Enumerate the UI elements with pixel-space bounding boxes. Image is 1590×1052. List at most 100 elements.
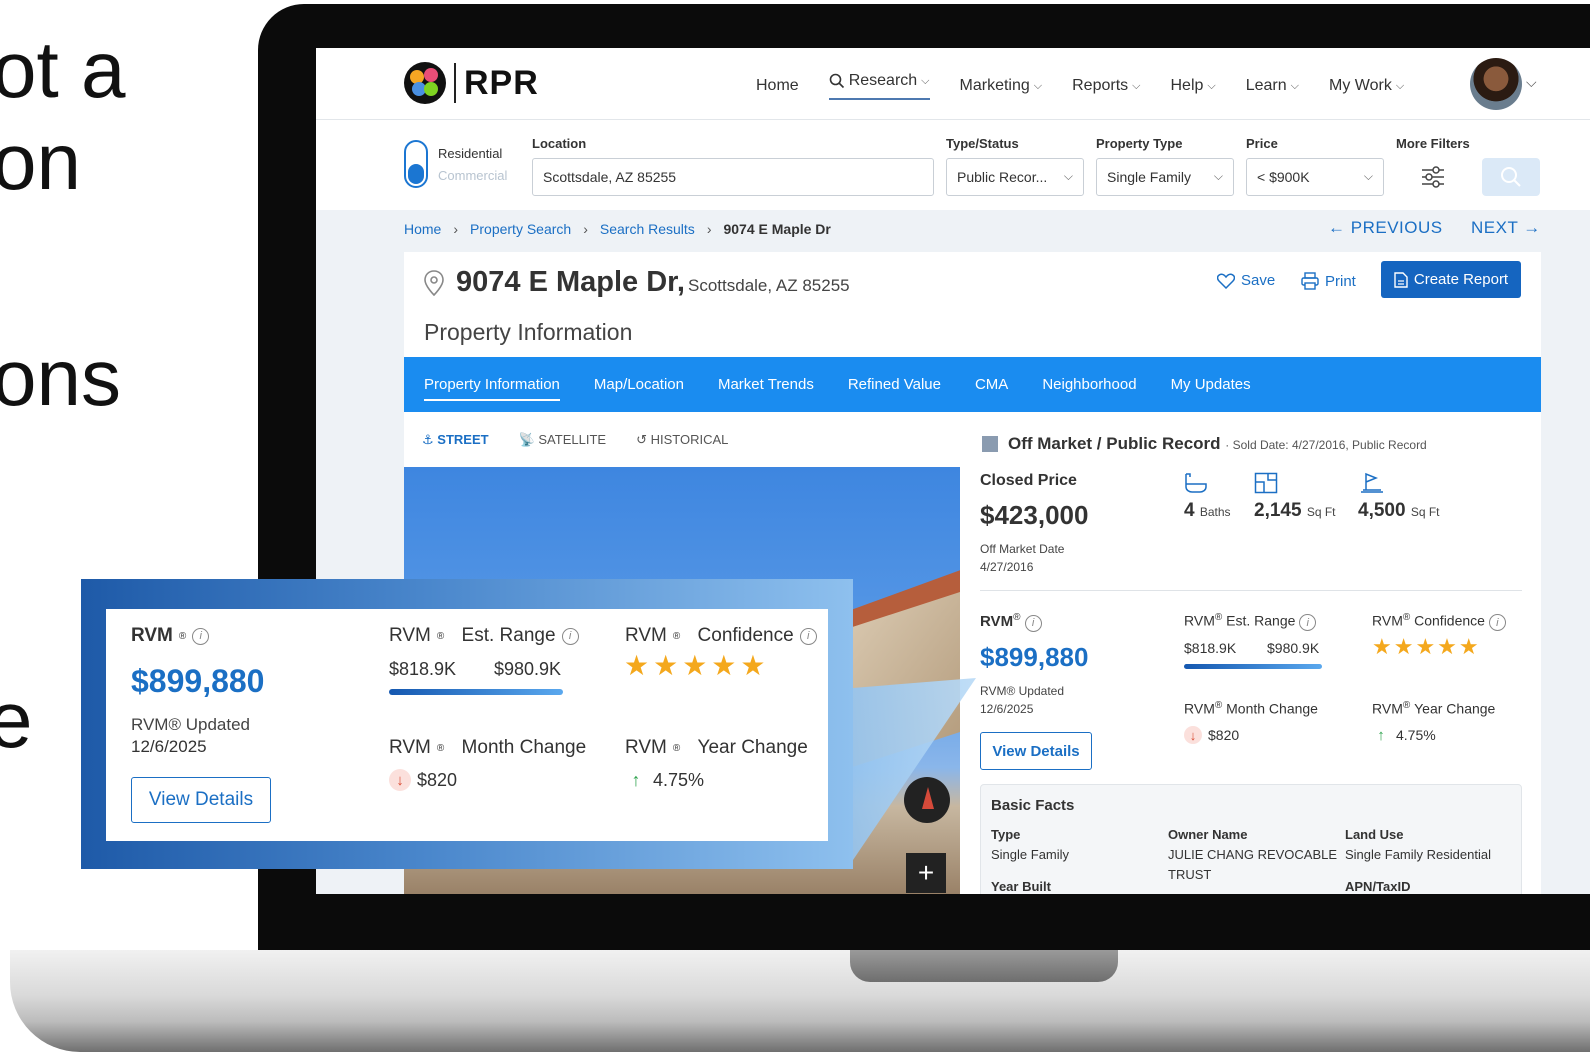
chevron-down-icon: ⌵ (1132, 79, 1141, 92)
rpr-logo-icon (404, 62, 446, 104)
tab-my-updates[interactable]: My Updates (1171, 357, 1251, 412)
previous-label: PREVIOUS (1350, 218, 1443, 237)
tab-refined-value[interactable]: Refined Value (848, 357, 941, 412)
save-label: Save (1241, 272, 1276, 289)
chevron-down-icon: ⌵ (1290, 79, 1299, 92)
rvm-range-bar (1184, 664, 1322, 669)
tab-map-location[interactable]: Map/Location (594, 357, 684, 412)
rvm-confidence-label-text: Confidence (1414, 612, 1485, 629)
breadcrumb-property-search[interactable]: Property Search (470, 221, 571, 237)
info-icon[interactable]: i (1024, 614, 1042, 632)
callout-month-change-label: RVM ® Month Change (389, 737, 587, 758)
view-mode-bar: ⚓ STREET 📡 SATELLITE ↺ HISTORICAL (404, 412, 960, 467)
user-avatar[interactable] (1470, 58, 1522, 110)
nav-marketing-label: Marketing (959, 77, 1030, 94)
print-button[interactable]: Print (1301, 272, 1356, 290)
callout-rvm-label-text: RVM (131, 625, 173, 646)
location-label: Location (532, 136, 587, 151)
breadcrumb-search-results[interactable]: Search Results (600, 221, 695, 237)
nav-help[interactable]: Help ⌵ (1170, 72, 1215, 100)
arrow-up-icon: ↑ (631, 769, 641, 790)
rvm-updated-date: 12/6/2025 (980, 702, 1034, 716)
listing-status: Off Market / Public Record · Sold Date: … (1008, 434, 1427, 454)
nav-my-work[interactable]: My Work ⌵ (1329, 72, 1404, 100)
info-icon[interactable]: i (561, 627, 579, 645)
search-button[interactable] (1482, 158, 1540, 196)
callout-view-details-button[interactable]: View Details (131, 777, 271, 823)
arrow-up-icon: ↑ (1377, 726, 1385, 744)
laptop-notch (850, 950, 1118, 982)
tab-cma[interactable]: CMA (975, 357, 1008, 412)
closed-price-label: Closed Price (980, 472, 1077, 489)
tab-property-information[interactable]: Property Information (424, 357, 560, 401)
tab-neighborhood[interactable]: Neighborhood (1042, 357, 1136, 412)
info-icon[interactable]: i (1488, 614, 1506, 632)
callout-range-high: $980.9K (494, 659, 562, 679)
property-type-label: Property Type (1096, 136, 1183, 151)
section-title: Property Information (424, 319, 633, 345)
rvm-range-label-text: Est. Range (1226, 612, 1296, 629)
info-icon[interactable]: i (1299, 614, 1317, 632)
rvm-range-high: $980.9K (1267, 640, 1320, 656)
price-select[interactable]: < $900K ⌵ (1246, 158, 1384, 196)
divider (980, 590, 1522, 591)
lot-unit: Sq Ft (1410, 505, 1440, 519)
create-report-button[interactable]: Create Report (1381, 261, 1521, 298)
filter-sliders-icon[interactable] (1420, 164, 1446, 190)
logo-text: RPR (464, 63, 539, 102)
view-historical-label: HISTORICAL (650, 431, 729, 447)
save-button[interactable]: Save (1217, 272, 1275, 289)
previous-link[interactable]: ← PREVIOUS (1328, 218, 1443, 238)
residential-commercial-toggle[interactable] (404, 140, 428, 188)
rvm-label-text: RVM (980, 613, 1014, 630)
callout-confidence-stars: ★★★★★ (624, 650, 770, 681)
segment-commercial[interactable]: Commercial (438, 168, 507, 183)
view-details-button[interactable]: View Details (980, 732, 1092, 770)
location-value: Scottsdale, AZ 85255 (543, 169, 677, 185)
chevron-down-icon[interactable]: ⌵ (1526, 74, 1537, 91)
property-city: Scottsdale, AZ 85255 (688, 276, 850, 295)
callout-year-change-label-text: Year Change (697, 737, 808, 758)
callout-year-change: ↑ 4.75% (625, 769, 705, 791)
nav-marketing[interactable]: Marketing ⌵ (960, 72, 1043, 100)
property-type-select[interactable]: Single Family ⌵ (1096, 158, 1234, 196)
callout-month-change-label-text: Month Change (461, 737, 587, 758)
callout-confidence-label: RVM ® Confidence i (625, 625, 817, 647)
nav-home[interactable]: Home (756, 72, 799, 100)
rvm-month-change-value: $820 (1208, 727, 1240, 743)
price-label: Price (1246, 136, 1278, 151)
view-satellite[interactable]: 📡 SATELLITE (519, 432, 607, 448)
closed-price: $423,000 (980, 500, 1089, 530)
callout-range-label-text: Est. Range (461, 625, 556, 646)
tab-market-trends[interactable]: Market Trends (718, 357, 814, 412)
heart-icon (1217, 273, 1235, 289)
hero-line-4: e (0, 675, 33, 764)
view-historical[interactable]: ↺ HISTORICAL (636, 432, 728, 448)
segment-residential[interactable]: Residential (438, 146, 502, 161)
callout-year-change-value: 4.75% (653, 769, 705, 790)
view-street[interactable]: ⚓ STREET (422, 432, 489, 448)
bf-year-built-label: Year Built (991, 879, 1051, 894)
create-report-label: Create Report (1413, 271, 1509, 288)
bf-type-value: Single Family (991, 847, 1070, 862)
type-status-select[interactable]: Public Recor... ⌵ (946, 158, 1084, 196)
rvm-month-change-label: RVM® Month Change (1184, 700, 1318, 717)
nav-learn-label: Learn (1245, 77, 1287, 94)
chevron-down-icon: ⌵ (1213, 169, 1223, 183)
rvm-updated-label: RVM® Updated (980, 684, 1064, 698)
status-indicator (982, 436, 998, 452)
location-input[interactable]: Scottsdale, AZ 85255 (532, 158, 934, 196)
nav-research[interactable]: Research ⌵ (828, 72, 930, 100)
type-status-value: Public Recor... (957, 169, 1048, 185)
nav-learn[interactable]: Learn ⌵ (1246, 72, 1299, 100)
info-icon[interactable]: i (192, 627, 210, 645)
hero-line-3: ons (0, 333, 121, 422)
rvm-year-change-label-text: Year Change (1414, 700, 1496, 717)
breadcrumb-home[interactable]: Home (404, 221, 441, 237)
chevron-right-icon: › (706, 221, 712, 237)
rpr-logo[interactable]: RPR (404, 62, 539, 104)
next-link[interactable]: NEXT → (1471, 218, 1541, 238)
nav-reports[interactable]: Reports ⌵ (1072, 72, 1140, 100)
rvm-year-change: ↑ 4.75% (1372, 726, 1435, 744)
info-icon[interactable]: i (799, 627, 817, 645)
